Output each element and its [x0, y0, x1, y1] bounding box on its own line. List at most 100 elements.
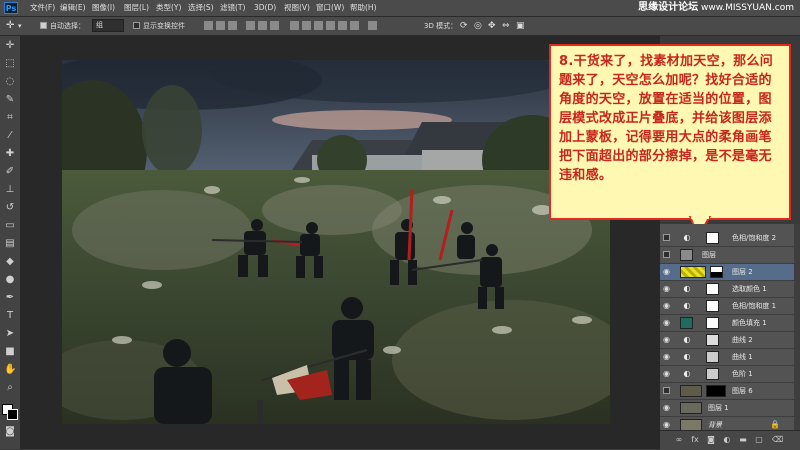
align-right-icon[interactable] — [270, 21, 279, 30]
distribute-hcenter-icon[interactable] — [338, 21, 347, 30]
align-vcenter-icon[interactable] — [216, 21, 225, 30]
menu-type[interactable]: 类型(Y) — [156, 2, 181, 14]
watermark-url: www.MISSYUAN.com — [700, 3, 794, 13]
brush-tool-icon[interactable]: ✐ — [4, 166, 16, 178]
distribute-bottom-icon[interactable] — [314, 21, 323, 30]
gradient-tool-icon[interactable]: ▤ — [4, 238, 16, 250]
distribute-right-icon[interactable] — [350, 21, 359, 30]
distribute-top-icon[interactable] — [290, 21, 299, 30]
layer-row[interactable]: ◉ 颜色填充 1 — [660, 315, 800, 332]
menu-file[interactable]: 文件(F) — [30, 2, 55, 14]
crop-tool-icon[interactable]: ⌗ — [4, 112, 16, 124]
marquee-tool-icon[interactable]: ⬚ — [4, 58, 16, 70]
3d-slide-icon[interactable]: ⇔ — [502, 20, 510, 32]
clone-stamp-tool-icon[interactable]: ⊥ — [4, 184, 16, 196]
menu-layer[interactable]: 图层(L) — [124, 2, 149, 14]
auto-align-icon[interactable] — [368, 21, 377, 30]
layers-scrollbar[interactable] — [794, 224, 800, 430]
dodge-tool-icon[interactable]: ● — [4, 274, 16, 286]
distribute-left-icon[interactable] — [326, 21, 335, 30]
add-mask-icon[interactable]: ◙ — [706, 435, 716, 445]
fill-icon — [680, 317, 693, 329]
layer-mask-thumbnail — [710, 266, 723, 278]
move-tool-icon[interactable]: ✛ — [6, 20, 14, 32]
menu-help[interactable]: 帮助(H) — [350, 2, 377, 14]
eye-icon[interactable]: ◉ — [663, 336, 672, 344]
layer-row[interactable]: ◐ 色相/饱和度 2 — [660, 230, 800, 247]
layer-name: 选取颜色 1 — [732, 285, 767, 293]
fx-icon[interactable]: fx — [690, 435, 700, 445]
menu-filter[interactable]: 滤镜(T) — [220, 2, 245, 14]
move-tool-icon[interactable]: ✛ — [4, 40, 16, 52]
blur-tool-icon[interactable]: ◆ — [4, 256, 16, 268]
distribute-vcenter-icon[interactable] — [302, 21, 311, 30]
menu-bar: Ps 文件(F) 编辑(E) 图像(I) 图层(L) 类型(Y) 选择(S) 滤… — [0, 0, 800, 17]
align-hcenter-icon[interactable] — [258, 21, 267, 30]
eye-icon[interactable]: ◉ — [663, 285, 672, 293]
healing-brush-tool-icon[interactable]: ✚ — [4, 148, 16, 160]
layer-row[interactable]: ◉ ◐ 色阶 1 — [660, 366, 800, 383]
layer-row[interactable]: ◉ 图层 1 — [660, 400, 800, 417]
new-layer-icon[interactable]: ▢ — [754, 435, 764, 445]
eye-icon[interactable]: ◉ — [663, 268, 672, 276]
path-select-tool-icon[interactable]: ➤ — [4, 328, 16, 340]
eye-icon[interactable]: ◉ — [663, 370, 672, 378]
layer-visibility-toggle[interactable] — [663, 234, 670, 241]
auto-select-dropdown[interactable]: 组 — [92, 19, 124, 32]
eye-icon[interactable]: ◉ — [663, 353, 672, 361]
shape-tool-icon[interactable]: ■ — [4, 346, 16, 358]
zoom-tool-icon[interactable]: ⌕ — [4, 382, 16, 394]
eye-icon[interactable]: ◉ — [663, 319, 672, 327]
layer-name: 图层 2 — [732, 268, 753, 276]
eye-icon[interactable]: ◉ — [663, 404, 672, 412]
tool-preset-chevron-icon[interactable]: ▾ — [18, 20, 22, 32]
layer-row[interactable]: ◉ ◐ 曲线 1 — [660, 349, 800, 366]
layer-row[interactable]: ◉ ◐ 选取颜色 1 — [660, 281, 800, 298]
layer-thumbnail — [680, 385, 702, 397]
3d-roll-icon[interactable]: ◎ — [474, 20, 482, 32]
layer-row[interactable]: 图层 6 — [660, 383, 800, 400]
layer-row[interactable]: ◉ ◐ 色相/饱和度 1 — [660, 298, 800, 315]
menu-select[interactable]: 选择(S) — [188, 2, 214, 14]
trash-icon[interactable]: ⌫ — [772, 435, 783, 445]
history-brush-tool-icon[interactable]: ↺ — [4, 202, 16, 214]
layer-mask-thumbnail — [706, 232, 719, 244]
layer-visibility-toggle[interactable] — [663, 387, 670, 394]
tools-panel: ✛ ⬚ ◌ ✎ ⌗ ⁄ ✚ ✐ ⊥ ↺ ▭ ▤ ◆ ● ✒ T ➤ ■ ✋ ⌕ … — [0, 36, 21, 449]
adjustment-icon[interactable]: ◐ — [722, 435, 732, 445]
eraser-tool-icon[interactable]: ▭ — [4, 220, 16, 232]
hand-tool-icon[interactable]: ✋ — [4, 364, 16, 376]
type-tool-icon[interactable]: T — [4, 310, 16, 322]
lasso-tool-icon[interactable]: ◌ — [4, 76, 16, 88]
layer-row[interactable]: 图层 — [660, 247, 800, 264]
document-image[interactable] — [62, 60, 610, 424]
auto-select-checkbox[interactable] — [40, 22, 47, 29]
eyedropper-tool-icon[interactable]: ⁄ — [4, 130, 16, 142]
3d-rotate-icon[interactable]: ⟳ — [460, 20, 468, 32]
show-transform-checkbox[interactable] — [133, 22, 140, 29]
show-transform-label: 显示变换控件 — [143, 22, 185, 30]
3d-scale-icon[interactable]: ▣ — [516, 20, 525, 32]
quick-select-tool-icon[interactable]: ✎ — [4, 94, 16, 106]
link-icon[interactable]: ∞ — [674, 435, 684, 445]
align-left-icon[interactable] — [246, 21, 255, 30]
menu-edit[interactable]: 编辑(E) — [60, 2, 86, 14]
quick-mask-icon[interactable]: ◙ — [4, 426, 16, 438]
menu-image[interactable]: 图像(I) — [92, 2, 115, 14]
background-color-swatch[interactable] — [7, 409, 18, 420]
menu-3d[interactable]: 3D(D) — [254, 2, 276, 14]
eye-icon[interactable]: ◉ — [663, 302, 672, 310]
menu-window[interactable]: 窗口(W) — [316, 2, 344, 14]
layer-thumbnail — [680, 249, 693, 261]
layer-row[interactable]: ◉ ◐ 曲线 2 — [660, 332, 800, 349]
pen-tool-icon[interactable]: ✒ — [4, 292, 16, 304]
group-folder-icon[interactable]: ▬ — [738, 435, 748, 445]
3d-drag-icon[interactable]: ✥ — [488, 20, 496, 32]
menu-view[interactable]: 视图(V) — [284, 2, 310, 14]
layer-visibility-toggle[interactable] — [663, 251, 670, 258]
layer-row-selected[interactable]: ◉ 图层 2 — [660, 264, 800, 281]
eye-icon[interactable]: ◉ — [663, 421, 672, 429]
align-bottom-icon[interactable] — [228, 21, 237, 30]
layers-footer: ∞ fx ◙ ◐ ▬ ▢ ⌫ — [660, 430, 800, 450]
align-top-icon[interactable] — [204, 21, 213, 30]
